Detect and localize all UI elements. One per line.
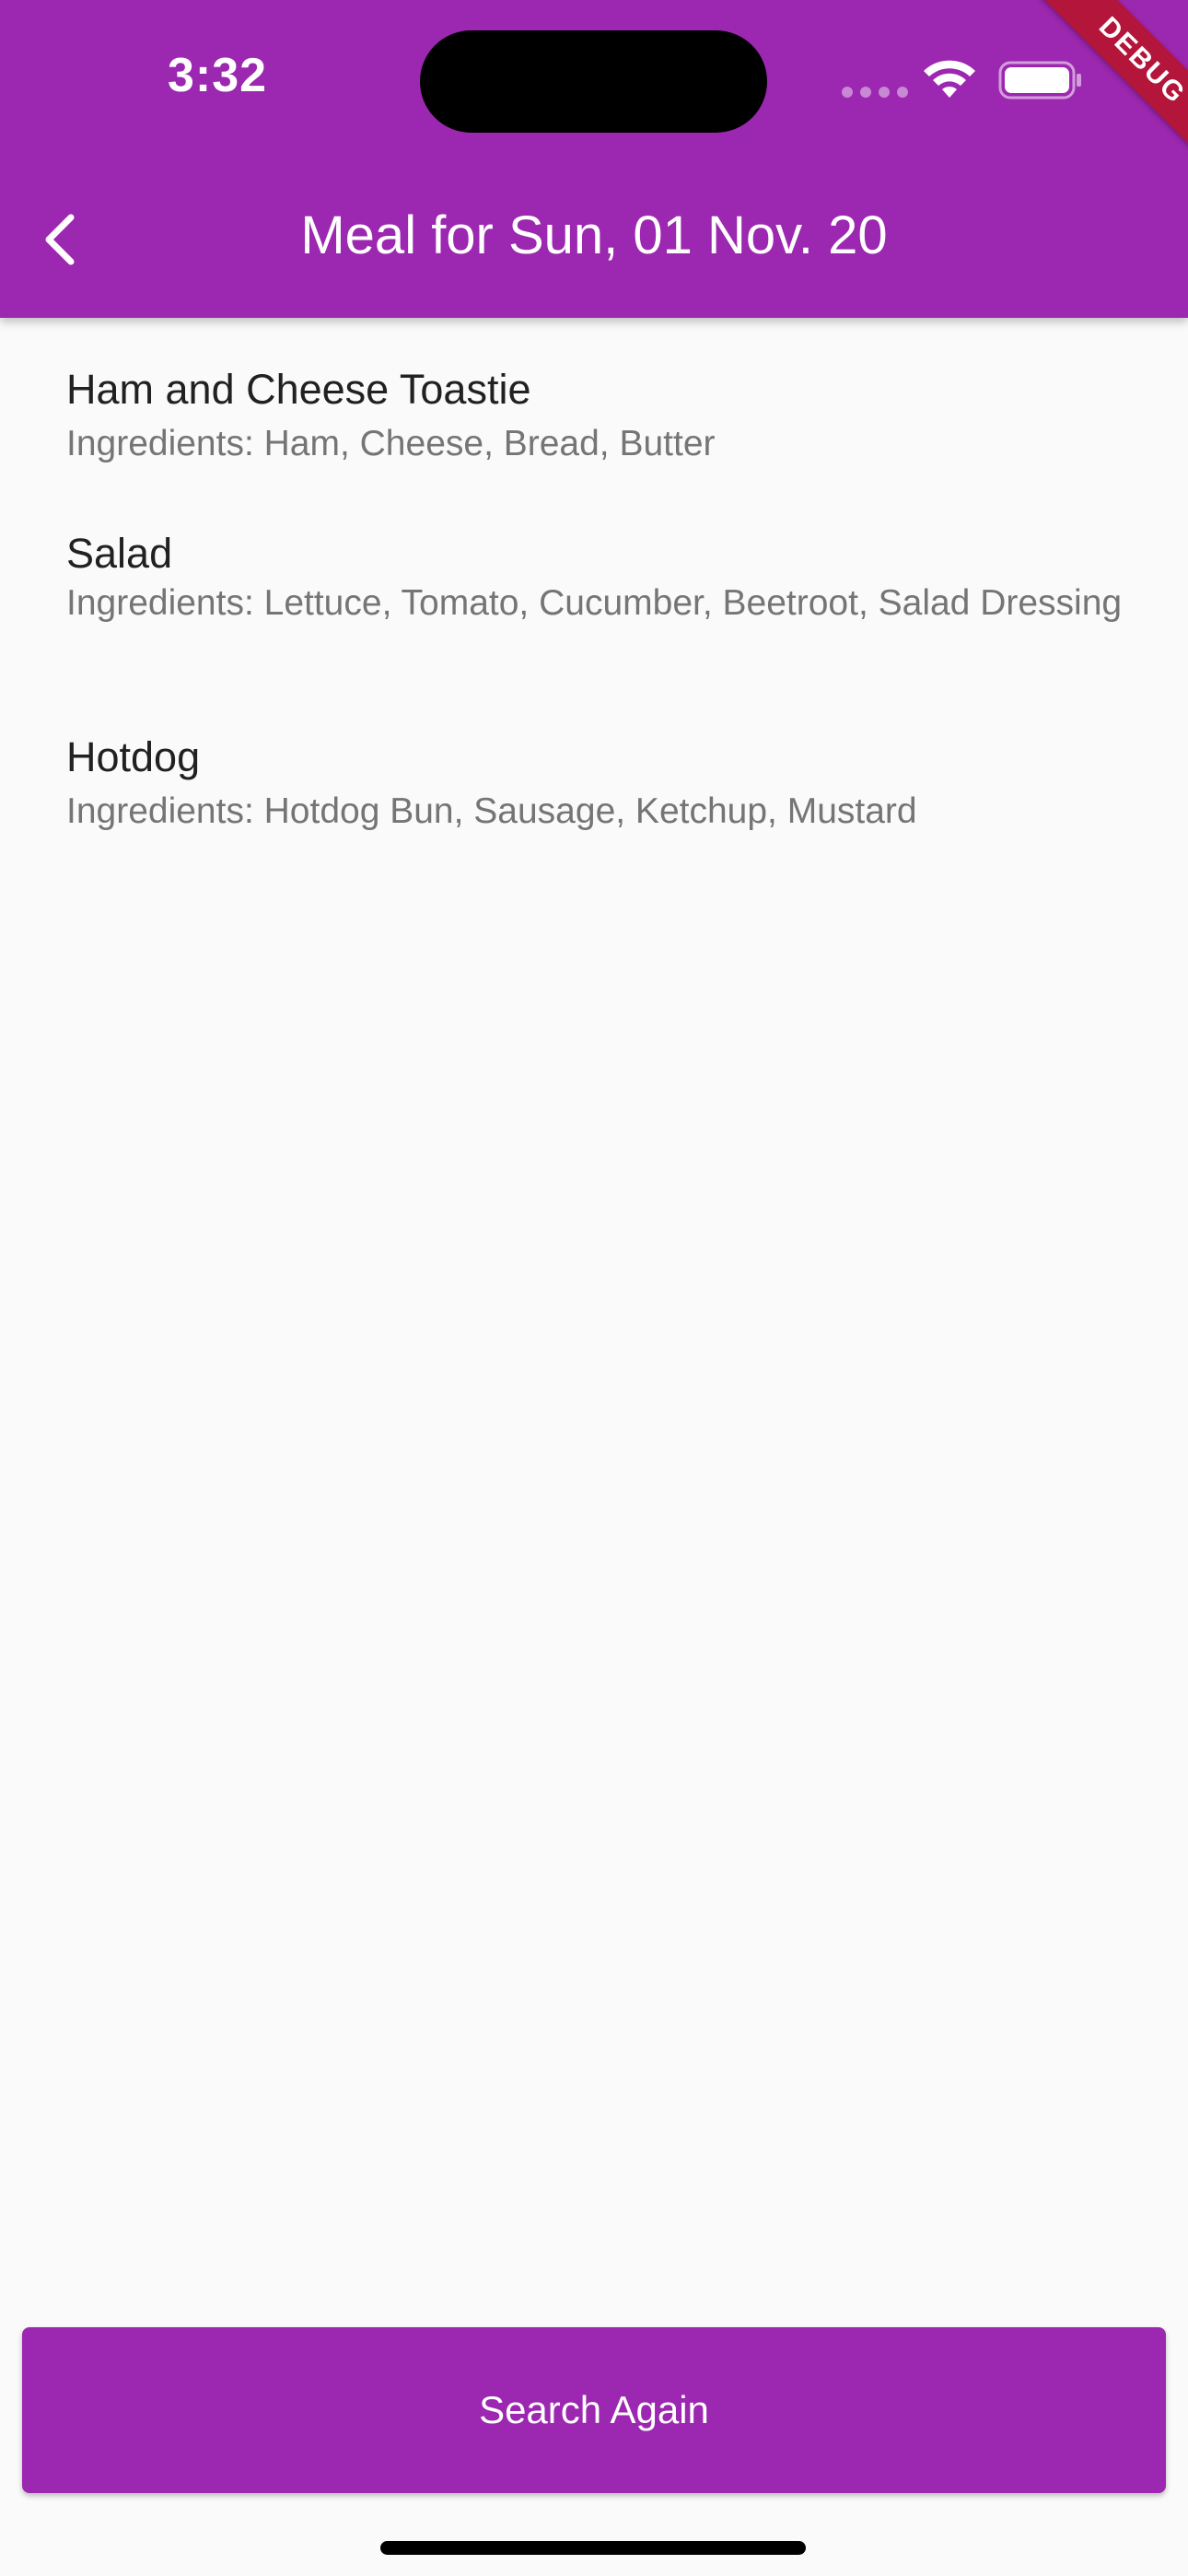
meal-ingredients: Ingredients: Ham, Cheese, Bread, Butter <box>66 424 716 463</box>
list-item[interactable]: Hotdog Ingredients: Hotdog Bun, Sausage,… <box>66 732 1125 835</box>
app-header: 3:32 Meal for Sun, 01 Nov. 20 <box>0 0 1188 318</box>
status-time: 3:32 <box>168 49 268 102</box>
meal-screen: 3:32 Meal for Sun, 01 Nov. 20 DEBUG Ham … <box>0 0 1188 2576</box>
meal-name: Salad <box>66 530 173 577</box>
cellular-signal-icon <box>842 87 908 98</box>
wifi-icon <box>924 60 975 98</box>
dynamic-island <box>420 30 767 133</box>
list-item[interactable]: Ham and Cheese Toastie Ingredients: Ham,… <box>66 364 1125 467</box>
home-indicator[interactable] <box>380 2541 806 2555</box>
page-title: Meal for Sun, 01 Nov. 20 <box>300 205 888 265</box>
list-item[interactable]: Salad Ingredients: Lettuce, Tomato, Cucu… <box>66 528 1125 626</box>
meal-name: Ham and Cheese Toastie <box>66 366 531 413</box>
meal-ingredients: Ingredients: Hotdog Bun, Sausage, Ketchu… <box>66 791 917 831</box>
meal-ingredients: Ingredients: Lettuce, Tomato, Cucumber, … <box>66 583 1123 623</box>
battery-icon <box>998 61 1081 100</box>
meal-name: Hotdog <box>66 733 201 780</box>
search-again-button[interactable]: Search Again <box>22 2327 1166 2493</box>
